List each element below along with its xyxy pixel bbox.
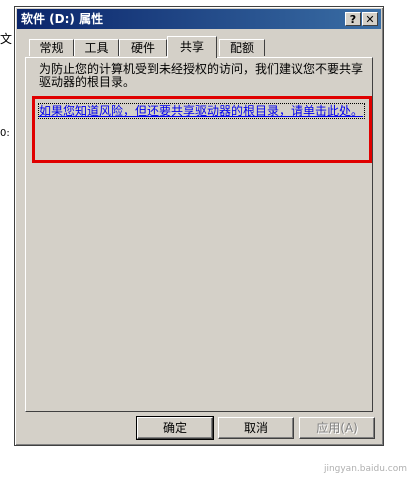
watermark: jingyan.baidu.com	[323, 464, 407, 474]
background-text: 文	[0, 32, 13, 46]
tab-hardware[interactable]: 硬件	[119, 39, 167, 56]
tab-strip: 常规 工具 硬件 共享 配额	[25, 36, 373, 58]
background-text: 0:	[0, 128, 10, 139]
help-button[interactable]: ?	[345, 12, 361, 26]
tab-tools[interactable]: 工具	[74, 39, 119, 56]
tab-general[interactable]: 常规	[29, 39, 74, 56]
sharing-panel: 为防止您的计算机受到未经授权的访问，我们建议您不要共享驱动器的根目录。 如果您知…	[25, 57, 373, 412]
cancel-button[interactable]: 取消	[218, 417, 294, 439]
apply-button[interactable]: 应用(A)	[299, 417, 375, 439]
close-button[interactable]: ✕	[362, 12, 378, 26]
properties-dialog: 软件 (D:) 属性 ? ✕ 常规 工具 硬件 共享 配额 为防止您的计算机受到…	[14, 6, 384, 446]
tab-sharing[interactable]: 共享	[167, 36, 217, 58]
share-root-link[interactable]: 如果您知道风险，但还要共享驱动器的根目录，请单击此处。	[38, 103, 365, 119]
window-title: 软件 (D:) 属性	[21, 12, 104, 26]
share-warning-text: 为防止您的计算机受到未经授权的访问，我们建议您不要共享驱动器的根目录。	[39, 62, 364, 89]
tab-quota[interactable]: 配额	[219, 39, 265, 56]
ok-button[interactable]: 确定	[136, 416, 214, 440]
title-bar[interactable]: 软件 (D:) 属性 ? ✕	[17, 9, 381, 29]
